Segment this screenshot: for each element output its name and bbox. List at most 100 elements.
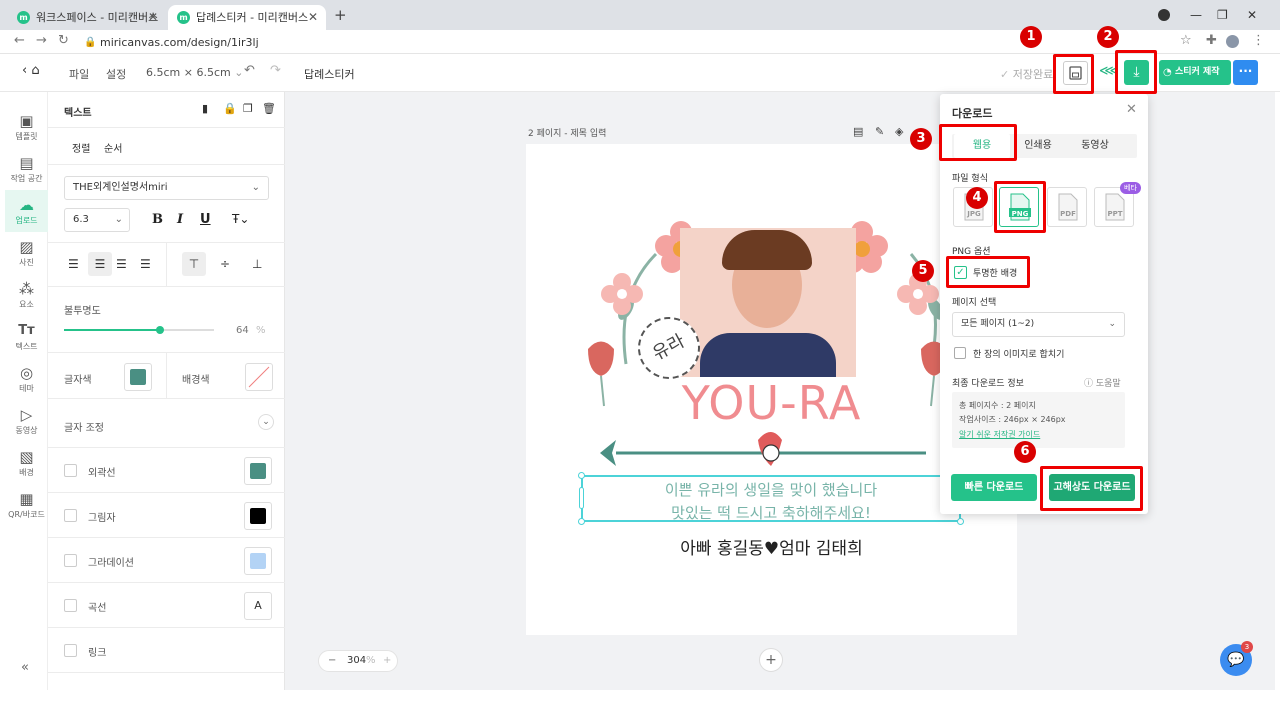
text-color-swatch[interactable] bbox=[124, 363, 152, 391]
copyright-guide-link[interactable]: 알기 쉬운 저작권 가이드 bbox=[959, 429, 1040, 440]
valign-top-icon[interactable]: ⊤ bbox=[182, 252, 206, 276]
sidebar-item-photo[interactable]: ▨ 사진 bbox=[5, 232, 48, 274]
close-window-icon[interactable]: ✕ bbox=[1247, 8, 1257, 22]
bg-color-swatch[interactable] bbox=[245, 363, 273, 391]
tab-print[interactable]: 인쇄용 bbox=[1010, 134, 1066, 158]
resize-handle[interactable] bbox=[578, 472, 585, 479]
font-family-select[interactable]: THE외계인설명서miri ⌄ bbox=[64, 176, 269, 200]
forward-icon[interactable]: → bbox=[36, 33, 47, 48]
resize-handle[interactable] bbox=[579, 487, 584, 509]
undo-icon[interactable]: ↶ bbox=[244, 63, 255, 78]
sidebar-item-workspace[interactable]: ▤ 작업 공간 bbox=[5, 148, 48, 190]
selected-message-textbox[interactable]: 이쁜 유라의 생일을 맞이 했습니다 맛있는 떡 드시고 축하해주세요! bbox=[578, 472, 964, 525]
bookmark-star-icon[interactable]: ☆ bbox=[1180, 33, 1192, 48]
page-fill-icon[interactable]: ◈ bbox=[895, 125, 903, 138]
align-right-icon[interactable]: ☰ bbox=[116, 257, 127, 271]
sidebar-item-element[interactable]: ⁂ 요소 bbox=[5, 274, 48, 316]
opacity-slider-handle[interactable] bbox=[156, 326, 164, 334]
sidebar-item-qr[interactable]: ▦ QR/바코드 bbox=[5, 484, 48, 526]
save-button[interactable] bbox=[1063, 61, 1088, 85]
expand-chevron-icon[interactable]: ⌄ bbox=[258, 414, 274, 430]
minimize-icon[interactable]: — bbox=[1190, 8, 1202, 22]
browser-menu-icon[interactable]: ⋮ bbox=[1252, 33, 1265, 48]
effect-outline-color[interactable] bbox=[244, 457, 272, 485]
collapse-sidebar-button[interactable]: « bbox=[21, 660, 29, 675]
browser-tab-sticker[interactable]: m 답례스티커 - 미리캔버스 ✕ bbox=[168, 5, 326, 30]
browser-tab-workspace[interactable]: m 워크스페이스 - 미리캔버스 ✕ bbox=[8, 5, 166, 30]
page-label[interactable]: 2 페이지 - 제목 입력 bbox=[528, 126, 606, 139]
underline-icon[interactable]: U bbox=[200, 212, 211, 227]
new-tab-button[interactable]: + bbox=[334, 6, 347, 24]
page-animation-icon[interactable]: ✎ bbox=[875, 125, 884, 138]
format-png[interactable]: PNG bbox=[999, 187, 1039, 227]
sidebar-item-upload[interactable]: ☁ 업로드 bbox=[5, 190, 48, 232]
profile-menu-icon[interactable] bbox=[1158, 9, 1170, 21]
merge-images-checkbox[interactable] bbox=[954, 347, 966, 359]
effect-gradient-color[interactable] bbox=[244, 547, 272, 575]
download-button[interactable]: ⤓ bbox=[1124, 60, 1149, 85]
align-left-icon[interactable]: ☰ bbox=[68, 257, 79, 271]
opacity-slider-track[interactable] bbox=[64, 326, 214, 334]
font-size-select[interactable]: 6.3 ⌄ bbox=[64, 208, 130, 232]
reload-icon[interactable]: ↻ bbox=[58, 33, 69, 48]
zoom-in-icon[interactable]: + bbox=[383, 651, 391, 671]
format-painter-icon[interactable]: ▮ bbox=[202, 102, 208, 115]
close-tab-icon[interactable]: ✕ bbox=[308, 5, 318, 30]
document-title[interactable]: 답례스티커 bbox=[304, 66, 355, 82]
italic-icon[interactable]: I bbox=[177, 212, 183, 227]
restore-icon[interactable]: ❐ bbox=[1217, 8, 1228, 22]
tab-align[interactable]: 정렬 bbox=[72, 140, 90, 155]
valign-bottom-icon[interactable]: ⊥ bbox=[252, 257, 262, 271]
tab-web[interactable]: 웹용 bbox=[954, 134, 1010, 158]
signature-text[interactable]: 아빠 홍길동♥엄마 김태희 bbox=[526, 534, 1017, 559]
add-page-button[interactable]: + bbox=[759, 648, 783, 672]
tab-video[interactable]: 동영상 bbox=[1067, 134, 1123, 158]
effect-gradient-checkbox[interactable] bbox=[64, 554, 77, 567]
tab-order[interactable]: 순서 bbox=[104, 140, 122, 155]
menu-settings[interactable]: 설정 bbox=[106, 66, 126, 82]
zoom-out-icon[interactable]: − bbox=[328, 651, 336, 671]
resize-handle[interactable] bbox=[957, 518, 964, 525]
lock-icon[interactable]: 🔒 bbox=[223, 102, 237, 115]
effect-link-checkbox[interactable] bbox=[64, 644, 77, 657]
format-pdf[interactable]: PDF bbox=[1047, 187, 1087, 227]
strikethrough-icon[interactable]: Ŧ⌄ bbox=[232, 212, 249, 226]
canvas-size-dropdown[interactable]: 6.5cm × 6.5cm ⌄ bbox=[146, 66, 243, 79]
sidebar-item-background[interactable]: ▧ 배경 bbox=[5, 442, 48, 484]
resize-handle[interactable] bbox=[578, 518, 585, 525]
effect-curve-checkbox[interactable] bbox=[64, 599, 77, 612]
valign-middle-icon[interactable]: ÷ bbox=[220, 257, 230, 271]
align-center-icon[interactable]: ☰ bbox=[88, 252, 112, 276]
effect-shadow-color[interactable] bbox=[244, 502, 272, 530]
menu-file[interactable]: 파일 bbox=[69, 66, 89, 82]
zoom-value[interactable]: 304 bbox=[347, 651, 366, 671]
girl-photo[interactable] bbox=[680, 228, 856, 377]
sidebar-item-template[interactable]: ▣ 템플릿 bbox=[5, 106, 48, 148]
sidebar-item-text[interactable]: Tт 텍스트 bbox=[5, 316, 48, 358]
close-icon[interactable]: ✕ bbox=[1126, 102, 1137, 117]
extensions-icon[interactable]: ✚ bbox=[1206, 33, 1217, 48]
sidebar-item-video[interactable]: ▷ 동영상 bbox=[5, 400, 48, 442]
opacity-value[interactable]: 64 bbox=[236, 325, 249, 336]
page-select-dropdown[interactable]: 모든 페이지 (1~2) ⌄ bbox=[952, 312, 1125, 337]
home-icon[interactable]: ‹ ⌂ bbox=[22, 63, 40, 78]
effect-outline-checkbox[interactable] bbox=[64, 464, 77, 477]
transparent-bg-checkbox[interactable]: ✓ bbox=[954, 266, 967, 279]
fast-download-button[interactable]: 빠른 다운로드 bbox=[951, 474, 1037, 501]
hq-download-button[interactable]: 고해상도 다운로드 bbox=[1049, 474, 1135, 501]
sidebar-item-theme[interactable]: ◎ 테마 bbox=[5, 358, 48, 400]
effect-shadow-checkbox[interactable] bbox=[64, 509, 77, 522]
delete-icon[interactable]: 🗑 bbox=[262, 102, 276, 115]
curve-icon[interactable]: A bbox=[244, 592, 272, 620]
share-icon[interactable]: ⋘ bbox=[1099, 63, 1119, 79]
more-button[interactable]: ··· bbox=[1233, 60, 1258, 85]
sticker-order-button[interactable]: ◔ 스티커 제작 bbox=[1159, 60, 1231, 85]
page-memo-icon[interactable]: ▤ bbox=[853, 125, 863, 138]
back-icon[interactable]: ← bbox=[14, 33, 25, 48]
redo-icon[interactable]: ↷ bbox=[270, 63, 281, 78]
bold-icon[interactable]: B bbox=[152, 212, 163, 227]
duplicate-icon[interactable]: ❐ bbox=[243, 102, 253, 115]
chat-support-button[interactable]: 💬 3 bbox=[1220, 641, 1253, 676]
help-link[interactable]: ⓘ 도움말 bbox=[1084, 376, 1121, 389]
align-justify-icon[interactable]: ☰ bbox=[140, 257, 151, 271]
